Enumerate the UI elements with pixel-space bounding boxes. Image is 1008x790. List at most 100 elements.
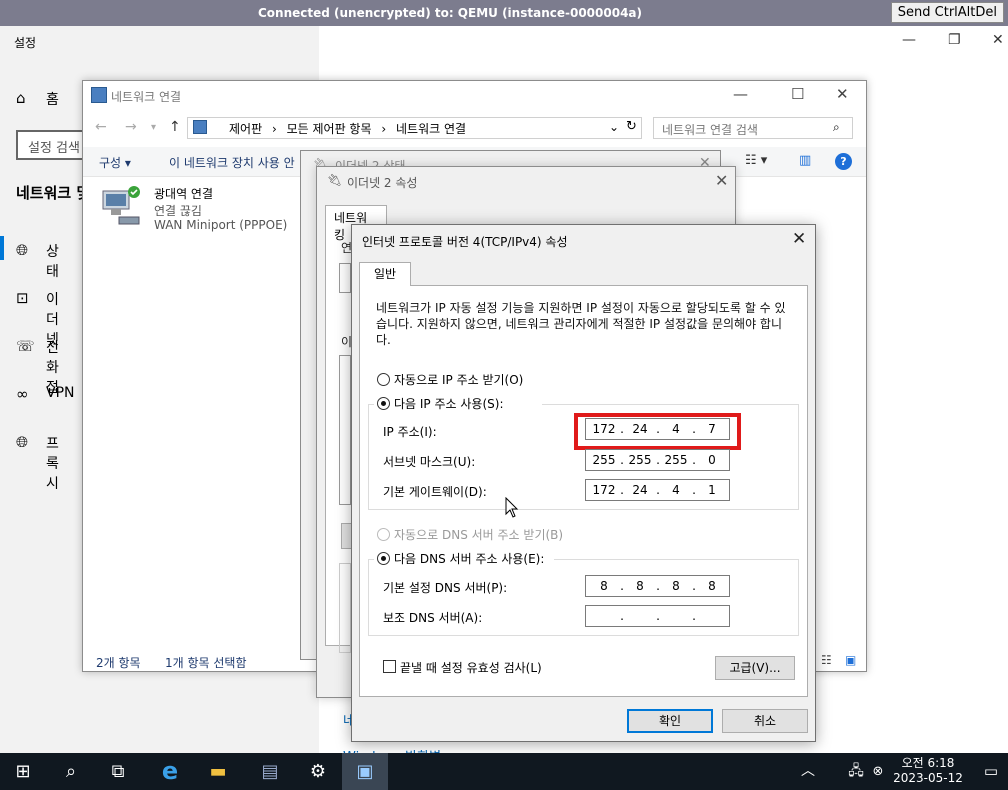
settings-gear-icon[interactable]: ⚙ <box>298 753 338 790</box>
manual-ip-radio[interactable] <box>377 397 390 410</box>
up-arrow-icon[interactable]: ↑ <box>169 119 181 135</box>
alternate-dns-field[interactable]: . . . <box>585 605 730 627</box>
octet-dot: . <box>692 609 696 623</box>
nav-selection-indicator <box>0 236 4 260</box>
start-icon[interactable]: ⊞ <box>4 753 42 790</box>
show-hidden-icons-chevron-icon[interactable]: ︿ <box>796 753 820 790</box>
advanced-button[interactable]: 고급(V)... <box>715 656 795 680</box>
octet: 255 <box>592 453 616 467</box>
auto-dns-radio[interactable] <box>377 528 390 541</box>
view-options-icon[interactable]: ☷ ▾ <box>745 153 767 168</box>
close-button[interactable]: ✕ <box>836 85 849 103</box>
preview-pane-icon[interactable]: ▥ <box>799 153 811 168</box>
validate-checkbox[interactable] <box>383 660 396 673</box>
globe-icon: 🌐︎ <box>16 241 29 259</box>
subnet-mask-field[interactable]: 255. 255. 255. 0 <box>585 449 730 471</box>
broadband-adapter-icon[interactable] <box>101 185 141 227</box>
tcpip-properties-dialog: 인터넷 프로토콜 버전 4(TCP/IPv4) 속성 ✕ 일반 네트워크가 IP… <box>351 224 816 742</box>
vpn-icon: ∞ <box>16 385 29 403</box>
maximize-button[interactable]: ❐ <box>948 32 961 48</box>
adapter-status: 연결 끊김 <box>154 204 202 218</box>
dialog-title: 이더넷 2 속성 <box>347 176 418 190</box>
search-icon: ⌕ <box>833 120 840 134</box>
recent-chevron-icon[interactable]: ▾ <box>151 122 156 133</box>
minimize-button[interactable]: — <box>902 32 916 48</box>
breadcrumb-item[interactable]: 모든 제어판 항목 <box>287 122 372 136</box>
preferred-dns-label: 기본 설정 DNS 서버(P): <box>383 581 508 595</box>
search-input[interactable]: 네트워크 연결 검색 <box>653 117 853 139</box>
description-group <box>339 563 351 653</box>
validate-label[interactable]: 끝낼 때 설정 유효성 검사(L) <box>400 659 542 676</box>
tab-general[interactable]: 일반 <box>359 262 411 286</box>
description-text: 네트워크가 IP 자동 설정 기능을 지원하면 IP 설정이 자동으로 할당되도… <box>376 301 786 347</box>
octet-dot: . <box>692 483 696 497</box>
manual-dns-label[interactable]: 다음 DNS 서버 주소 사용(E): <box>394 550 544 567</box>
octet-dot: . <box>620 609 624 623</box>
maximize-button[interactable]: ☐ <box>791 85 804 103</box>
dialog-title: 인터넷 프로토콜 버전 4(TCP/IPv4) 속성 <box>362 235 568 249</box>
large-icons-view-icon[interactable]: ▣ <box>845 653 856 667</box>
disable-device-button[interactable]: 이 네트워크 장치 사용 안 <box>169 154 295 171</box>
file-explorer-icon[interactable]: ▬ <box>198 753 238 790</box>
internet-explorer-icon[interactable]: e <box>150 753 190 790</box>
cancel-button[interactable]: 취소 <box>722 709 808 733</box>
settings-link-firewall[interactable]: Windows 방화벽 <box>343 746 441 753</box>
status-item-count: 2개 항목 <box>96 656 141 670</box>
send-ctrl-alt-del-button[interactable]: Send CtrlAltDel <box>890 2 1004 23</box>
adapter-field <box>339 263 351 293</box>
octet: 172 <box>592 483 616 497</box>
breadcrumb: 제어판 › 모든 제어판 항목 › 네트워크 연결 <box>229 120 466 137</box>
notification-icon[interactable]: ▭ <box>980 753 1002 790</box>
address-dropdown-icon[interactable]: ⌄ <box>609 120 619 134</box>
settings-section-heading: 네트워크 및 <box>16 184 91 202</box>
close-button[interactable]: ✕ <box>792 229 806 249</box>
close-button[interactable]: ✕ <box>715 171 728 190</box>
settings-title: 설정 <box>14 36 37 50</box>
auto-ip-radio[interactable] <box>377 373 390 386</box>
server-manager-icon[interactable]: ▤ <box>250 753 290 790</box>
network-folder-icon <box>91 87 107 103</box>
network-connections-icon[interactable]: ▣ <box>342 753 388 790</box>
mouse-pointer-icon <box>505 497 519 518</box>
details-view-icon[interactable]: ☷ <box>821 653 832 667</box>
forward-arrow-icon[interactable]: → <box>125 119 137 135</box>
octet: 8 <box>708 579 716 593</box>
refresh-icon[interactable]: ↻ <box>626 119 637 134</box>
organize-button[interactable]: 구성 ▾ <box>99 154 131 171</box>
volume-muted-icon[interactable]: ⊗ <box>868 753 888 790</box>
search-icon[interactable]: ⌕ <box>52 753 90 790</box>
back-arrow-icon[interactable]: ← <box>95 119 107 135</box>
auto-dns-label[interactable]: 자동으로 DNS 서버 주소 받기(B) <box>394 526 563 543</box>
octet: 255 <box>628 453 652 467</box>
network-tray-icon[interactable]: 🖧︎ <box>845 753 867 790</box>
octet: 4 <box>672 483 680 497</box>
globe-icon: 🌐︎ <box>16 433 29 451</box>
octet: 255 <box>664 453 688 467</box>
octet: 24 <box>632 483 648 497</box>
breadcrumb-item[interactable]: 제어판 <box>229 122 262 136</box>
close-button[interactable]: ✕ <box>992 32 1004 48</box>
task-view-icon[interactable]: ⧉ <box>99 753 137 790</box>
octet-dot: . <box>656 483 660 497</box>
clock-time: 오전 6:18 <box>901 756 955 770</box>
preferred-dns-field[interactable]: 8. 8. 8. 8 <box>585 575 730 597</box>
status-selected-count: 1개 항목 선택함 <box>165 656 247 670</box>
octet-dot: . <box>692 453 696 467</box>
manual-dns-radio[interactable] <box>377 552 390 565</box>
window-title: 네트워크 연결 <box>111 90 182 104</box>
ethernet-plug-icon: 🔌︎ <box>327 173 343 187</box>
breadcrumb-item[interactable]: 네트워크 연결 <box>396 122 466 136</box>
octet: 0 <box>708 453 716 467</box>
components-list[interactable] <box>339 355 351 505</box>
manual-ip-label[interactable]: 다음 IP 주소 사용(S): <box>394 395 503 412</box>
octet: 8 <box>636 579 644 593</box>
octet-dot: . <box>620 579 624 593</box>
gateway-label: 기본 게이트웨이(D): <box>383 485 487 499</box>
help-icon[interactable]: ? <box>835 153 852 170</box>
clock[interactable]: 오전 6:18 2023-05-12 <box>888 756 968 786</box>
octet-dot: . <box>692 579 696 593</box>
ok-button[interactable]: 확인 <box>627 709 713 733</box>
gateway-field[interactable]: 172. 24. 4. 1 <box>585 479 730 501</box>
auto-ip-label[interactable]: 자동으로 IP 주소 받기(O) <box>394 371 523 388</box>
minimize-button[interactable]: — <box>733 85 748 103</box>
